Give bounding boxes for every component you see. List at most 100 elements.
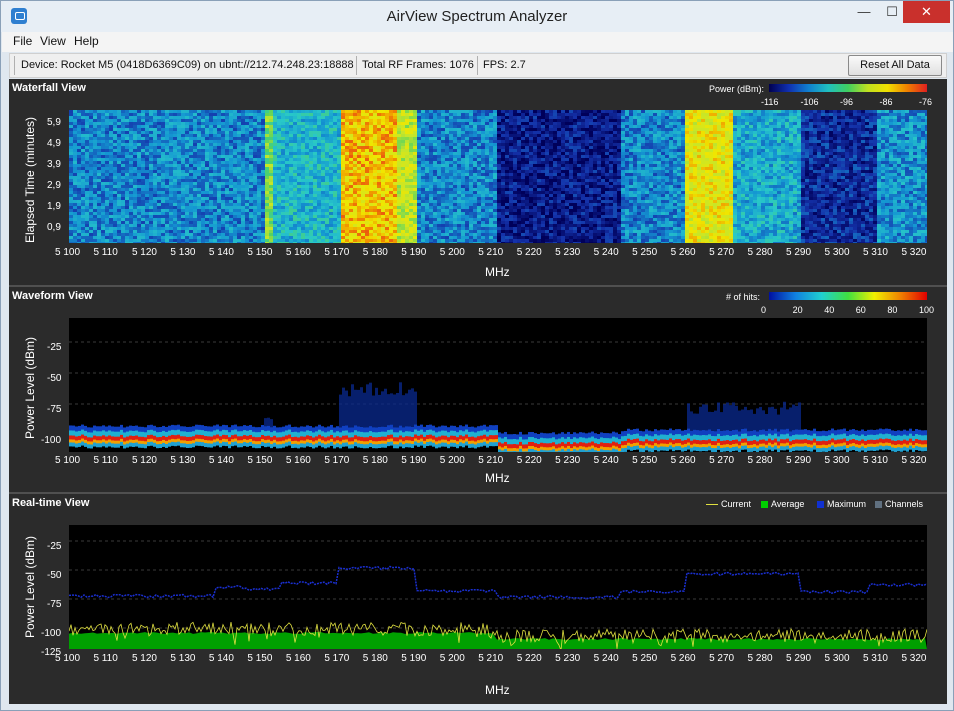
realtime-x-tick: 5 170: [324, 653, 350, 664]
menu-help[interactable]: Help: [74, 34, 99, 48]
waveform-x-tick: 5 170: [324, 455, 350, 466]
waterfall-y-tick: 3,9: [47, 159, 61, 170]
waterfall-plot[interactable]: [69, 110, 927, 243]
waveform-x-tick: 5 290: [786, 455, 812, 466]
hits-legend-tick: 20: [792, 305, 803, 315]
waterfall-y-tick: 1,9: [47, 201, 61, 212]
legend-label: Maximum: [827, 499, 867, 509]
waveform-x-tick: 5 260: [670, 455, 696, 466]
waveform-plot[interactable]: [69, 318, 927, 452]
reset-all-data-button[interactable]: Reset All Data: [848, 55, 942, 76]
realtime-x-tick: 5 120: [131, 653, 157, 664]
fps-label: FPS: 2.7: [483, 59, 526, 71]
legend-swatch: [817, 501, 824, 508]
waterfall-y-tick: 4,9: [47, 138, 61, 149]
legend-swatch: [875, 501, 882, 508]
realtime-plot[interactable]: [69, 525, 927, 649]
waveform-title: Waveform View: [12, 290, 93, 302]
waterfall-panel: Waterfall View Power (dBm): -116 -106 -96 -…: [9, 79, 947, 287]
waveform-x-tick: 5 190: [401, 455, 427, 466]
waterfall-title: Waterfall View: [12, 82, 86, 94]
waveform-x-tick: 5 180: [362, 455, 388, 466]
waveform-x-tick: 5 240: [593, 455, 619, 466]
waveform-x-tick: 5 320: [901, 455, 927, 466]
waterfall-x-tick: 5 110: [93, 247, 118, 258]
realtime-x-tick: 5 240: [593, 653, 619, 664]
waterfall-x-tick: 5 280: [747, 247, 773, 258]
realtime-x-tick: 5 200: [439, 653, 465, 664]
realtime-x-tick: 5 310: [862, 653, 888, 664]
menu-view[interactable]: View: [40, 34, 66, 48]
waveform-x-tick: 5 250: [632, 455, 658, 466]
waveform-x-tick: 5 110: [93, 455, 118, 466]
waterfall-x-tick: 5 170: [324, 247, 350, 258]
realtime-x-tick: 5 260: [670, 653, 696, 664]
waterfall-x-tick: 5 290: [786, 247, 812, 258]
realtime-x-tick: 5 190: [401, 653, 427, 664]
waveform-x-tick: 5 200: [439, 455, 465, 466]
waveform-x-tick: 5 280: [747, 455, 773, 466]
realtime-x-tick: 5 280: [747, 653, 773, 664]
realtime-x-tick: 5 180: [362, 653, 388, 664]
title-bar[interactable]: AirView Spectrum Analyzer — ☐ ✕: [1, 1, 953, 32]
waveform-y-tick: -50: [47, 373, 62, 384]
realtime-x-tick: 5 250: [632, 653, 658, 664]
menu-file[interactable]: File: [13, 34, 32, 48]
legend-label: Current: [721, 499, 752, 509]
waterfall-x-tick: 5 180: [362, 247, 388, 258]
toolbar: Device: Rocket M5 (0418D6369C09) on ubnt…: [9, 53, 947, 78]
waterfall-x-tick: 5 160: [285, 247, 311, 258]
power-legend-tick: -76: [919, 97, 933, 107]
window-title: AirView Spectrum Analyzer: [386, 8, 568, 25]
legend-swatch: [706, 504, 718, 505]
waterfall-x-tick: 5 260: [670, 247, 696, 258]
power-colorbar: [769, 84, 927, 92]
waterfall-x-tick: 5 150: [247, 247, 273, 258]
waveform-x-tick: 5 130: [170, 455, 196, 466]
waveform-x-tick: 5 230: [555, 455, 581, 466]
waterfall-x-tick: 5 130: [170, 247, 196, 258]
hits-legend-tick: 0: [761, 305, 767, 315]
toolbar-separator: [14, 56, 15, 75]
minimize-button[interactable]: —: [849, 1, 879, 23]
realtime-x-tick: 5 130: [170, 653, 196, 664]
waveform-x-tick: 5 140: [208, 455, 234, 466]
toolbar-separator: [477, 56, 478, 75]
waveform-x-tick: 5 120: [131, 455, 157, 466]
realtime-x-tick: 5 160: [285, 653, 311, 664]
waterfall-y-tick: 5,9: [47, 117, 61, 128]
waveform-y-tick: -25: [47, 342, 62, 353]
waterfall-x-tick: 5 210: [478, 247, 504, 258]
waveform-x-tick: 5 100: [55, 455, 81, 466]
waterfall-x-tick: 5 100: [55, 247, 81, 258]
realtime-x-tick: 5 230: [555, 653, 581, 664]
hits-legend-tick: 60: [855, 305, 866, 315]
power-legend-title: Power (dBm):: [709, 84, 765, 94]
waveform-x-tick: 5 300: [824, 455, 850, 466]
power-legend-tick: -116: [761, 97, 779, 107]
content-area: Waterfall View Power (dBm): -116 -106 -96 -…: [9, 79, 947, 704]
realtime-y-label: Power Level (dBm): [23, 535, 37, 638]
legend-label: Average: [771, 499, 805, 509]
realtime-x-tick: 5 300: [824, 653, 850, 664]
realtime-panel: Real-time View Current Average Maximum Chan…: [9, 494, 947, 704]
power-legend-tick: -86: [879, 97, 893, 107]
waterfall-x-tick: 5 140: [208, 247, 234, 258]
hits-legend-title: # of hits:: [726, 292, 761, 302]
close-button[interactable]: ✕: [903, 1, 950, 23]
realtime-x-tick: 5 150: [247, 653, 273, 664]
waterfall-y-tick: 2,9: [47, 180, 61, 191]
device-label: Device: Rocket M5 (0418D6369C09) on ubnt…: [21, 59, 354, 71]
waterfall-x-tick: 5 300: [824, 247, 850, 258]
waveform-density: [69, 341, 927, 452]
hits-legend-tick: 40: [824, 305, 835, 315]
waveform-x-tick: 5 150: [247, 455, 273, 466]
realtime-y-tick: -75: [47, 599, 62, 610]
realtime-x-label: MHz: [485, 683, 510, 697]
waterfall-heatmap: [69, 110, 927, 243]
power-legend-tick: -106: [800, 97, 819, 107]
realtime-x-tick: 5 320: [901, 653, 927, 664]
waterfall-x-tick: 5 250: [632, 247, 658, 258]
realtime-x-tick: 5 220: [516, 653, 542, 664]
waterfall-x-tick: 5 320: [901, 247, 927, 258]
